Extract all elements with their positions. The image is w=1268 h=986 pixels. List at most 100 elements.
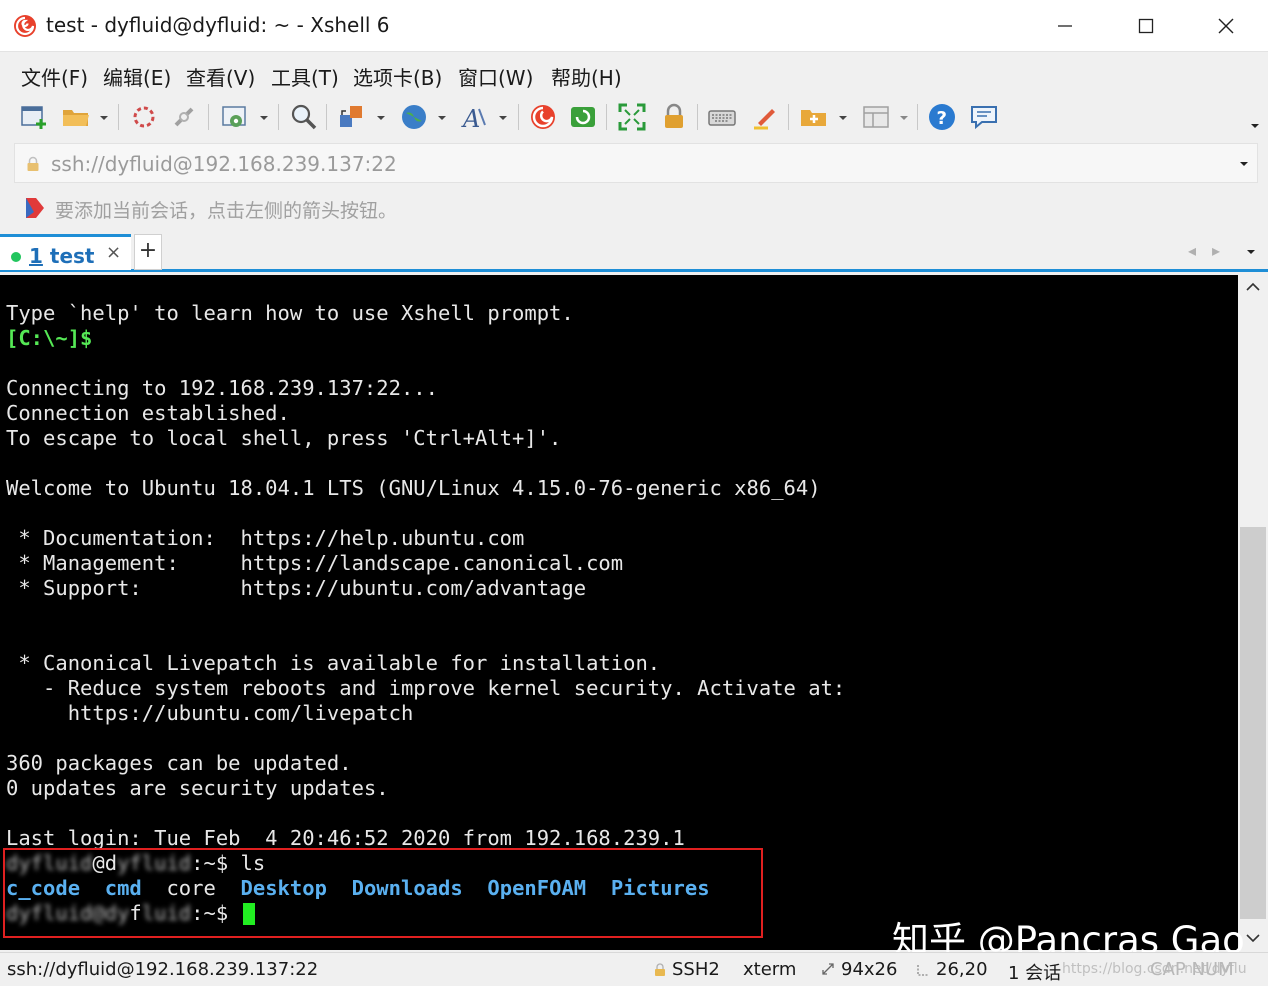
cursor-position-icon	[917, 965, 928, 976]
maximize-icon	[1138, 18, 1154, 34]
transfer-icon[interactable]	[336, 101, 368, 133]
xshell-logo-icon	[14, 15, 36, 37]
menu-window[interactable]: 窗口(W)	[458, 62, 533, 91]
svg-text:A: A	[461, 105, 480, 133]
menu-bar: 文件(F) 编辑(E) 查看(V) 工具(T) 选项卡(B) 窗口(W) 帮助(…	[0, 52, 1268, 96]
layout-icon[interactable]	[860, 101, 892, 133]
local-prompt: [C:\~]$	[6, 326, 93, 350]
toolbar-separator	[788, 104, 789, 130]
toolbar-separator	[697, 104, 698, 130]
terminal-line: 360 packages can be updated.	[6, 751, 352, 775]
scroll-up-icon[interactable]	[1243, 277, 1263, 297]
xshell-icon[interactable]	[527, 101, 559, 133]
font-icon[interactable]: A	[459, 101, 491, 133]
toolbar-separator	[917, 104, 918, 130]
status-bar: ssh://dyfluid@192.168.239.137:22 SSH2 xt…	[0, 952, 1268, 986]
toolbar-separator	[278, 104, 279, 130]
svg-text:?: ?	[937, 108, 947, 129]
close-icon	[1218, 18, 1234, 34]
new-session-icon[interactable]	[18, 101, 50, 133]
help-icon[interactable]: ?	[926, 101, 958, 133]
tab-label: 1 test	[29, 244, 95, 268]
status-caps-num: CAP NUM	[1150, 959, 1234, 980]
terminal-output[interactable]: Type `help' to learn how to use Xshell p…	[0, 275, 1238, 950]
minimize-icon	[1058, 25, 1072, 27]
terminal-line: To escape to local shell, press 'Ctrl+Al…	[6, 426, 562, 450]
add-session-arrow-icon[interactable]	[22, 195, 48, 221]
terminal-line: Type `help' to learn how to use Xshell p…	[6, 301, 574, 325]
scroll-down-icon[interactable]	[1243, 928, 1263, 948]
connect-icon[interactable]	[128, 101, 160, 133]
status-protocol: SSH2	[672, 959, 720, 980]
chevron-down-icon[interactable]	[1239, 160, 1249, 168]
tab-test[interactable]: 1 test ×	[0, 234, 131, 270]
chevron-down-icon[interactable]	[99, 114, 109, 122]
window-title: test - dyfluid@dyfluid: ~ - Xshell 6	[46, 13, 390, 37]
status-sessions: 1 会话	[1008, 963, 1062, 984]
chevron-down-icon[interactable]	[376, 114, 386, 122]
terminal-line: https://ubuntu.com/livepatch	[6, 701, 414, 725]
find-icon[interactable]	[288, 101, 320, 133]
chevron-down-icon[interactable]	[498, 114, 508, 122]
toolbar: A ?	[0, 96, 1268, 140]
status-size: 94x26	[841, 959, 898, 980]
connected-status-icon	[11, 252, 21, 262]
xftp-icon[interactable]	[567, 101, 599, 133]
lock-icon[interactable]	[658, 101, 690, 133]
resize-icon	[822, 963, 834, 975]
chevron-down-icon[interactable]	[838, 114, 848, 122]
chat-bubble-icon[interactable]	[968, 101, 1000, 133]
terminal-line: * Documentation: https://help.ubuntu.com	[6, 526, 525, 550]
chevron-down-icon[interactable]	[899, 114, 909, 122]
fullscreen-icon[interactable]	[616, 101, 648, 133]
globe-icon[interactable]	[398, 101, 430, 133]
address-input[interactable]: ssh://dyfluid@192.168.239.137:22	[51, 152, 397, 176]
terminal-line: * Support: https://ubuntu.com/advantage	[6, 576, 587, 600]
terminal-line: * Canonical Livepatch is available for i…	[6, 651, 661, 675]
disconnect-icon[interactable]	[168, 101, 200, 133]
tab-next-icon[interactable]: ▸	[1212, 241, 1220, 260]
keyboard-icon[interactable]	[706, 101, 738, 133]
tab-close-button[interactable]: ×	[106, 242, 121, 263]
address-bar[interactable]: ssh://dyfluid@192.168.239.137:22	[14, 143, 1258, 183]
new-folder-icon[interactable]	[798, 101, 830, 133]
menu-tabs[interactable]: 选项卡(B)	[353, 62, 442, 91]
tab-prev-icon[interactable]: ◂	[1188, 241, 1196, 260]
hint-text: 要添加当前会话，点击左侧的箭头按钮。	[55, 200, 398, 222]
properties-icon[interactable]	[219, 101, 251, 133]
scrollbar-thumb[interactable]	[1240, 527, 1266, 919]
toolbar-separator	[118, 104, 119, 130]
highlight-pen-icon[interactable]	[748, 101, 780, 133]
toolbar-separator	[326, 104, 327, 130]
menu-file[interactable]: 文件(F)	[21, 62, 88, 91]
terminal-line: 0 updates are security updates.	[6, 776, 389, 800]
status-connection: ssh://dyfluid@192.168.239.137:22	[7, 959, 319, 980]
status-cursor-position: 26,20	[936, 959, 988, 980]
toolbar-separator	[518, 104, 519, 130]
terminal-line: Connection established.	[6, 401, 290, 425]
add-tab-button[interactable]: +	[134, 234, 162, 270]
highlight-annotation-box	[3, 848, 763, 938]
minimize-button[interactable]	[1040, 8, 1090, 44]
close-window-button[interactable]	[1201, 8, 1251, 44]
title-bar: test - dyfluid@dyfluid: ~ - Xshell 6	[0, 0, 1268, 52]
toolbar-separator	[606, 104, 607, 130]
chevron-down-icon[interactable]	[437, 114, 447, 122]
open-folder-icon[interactable]	[60, 101, 92, 133]
session-hint-bar: 要添加当前会话，点击左侧的箭头按钮。	[0, 188, 1268, 228]
toolbar-separator	[208, 104, 209, 130]
menu-view[interactable]: 查看(V)	[186, 62, 255, 91]
toolbar-overflow-icon[interactable]	[1250, 122, 1260, 130]
terminal-line: Welcome to Ubuntu 18.04.1 LTS (GNU/Linux…	[6, 476, 821, 500]
menu-help[interactable]: 帮助(H)	[551, 62, 622, 91]
terminal-line: * Management: https://landscape.canonica…	[6, 551, 624, 575]
terminal-line: - Reduce system reboots and improve kern…	[6, 676, 846, 700]
tab-list-chevron-icon[interactable]	[1246, 248, 1256, 256]
chevron-down-icon[interactable]	[259, 114, 269, 122]
status-terminal-type: xterm	[743, 959, 797, 980]
menu-edit[interactable]: 编辑(E)	[103, 62, 171, 91]
terminal-line: Connecting to 192.168.239.137:22...	[6, 376, 438, 400]
maximize-button[interactable]	[1121, 8, 1171, 44]
terminal-scrollbar[interactable]	[1238, 275, 1268, 950]
menu-tools[interactable]: 工具(T)	[271, 62, 339, 91]
